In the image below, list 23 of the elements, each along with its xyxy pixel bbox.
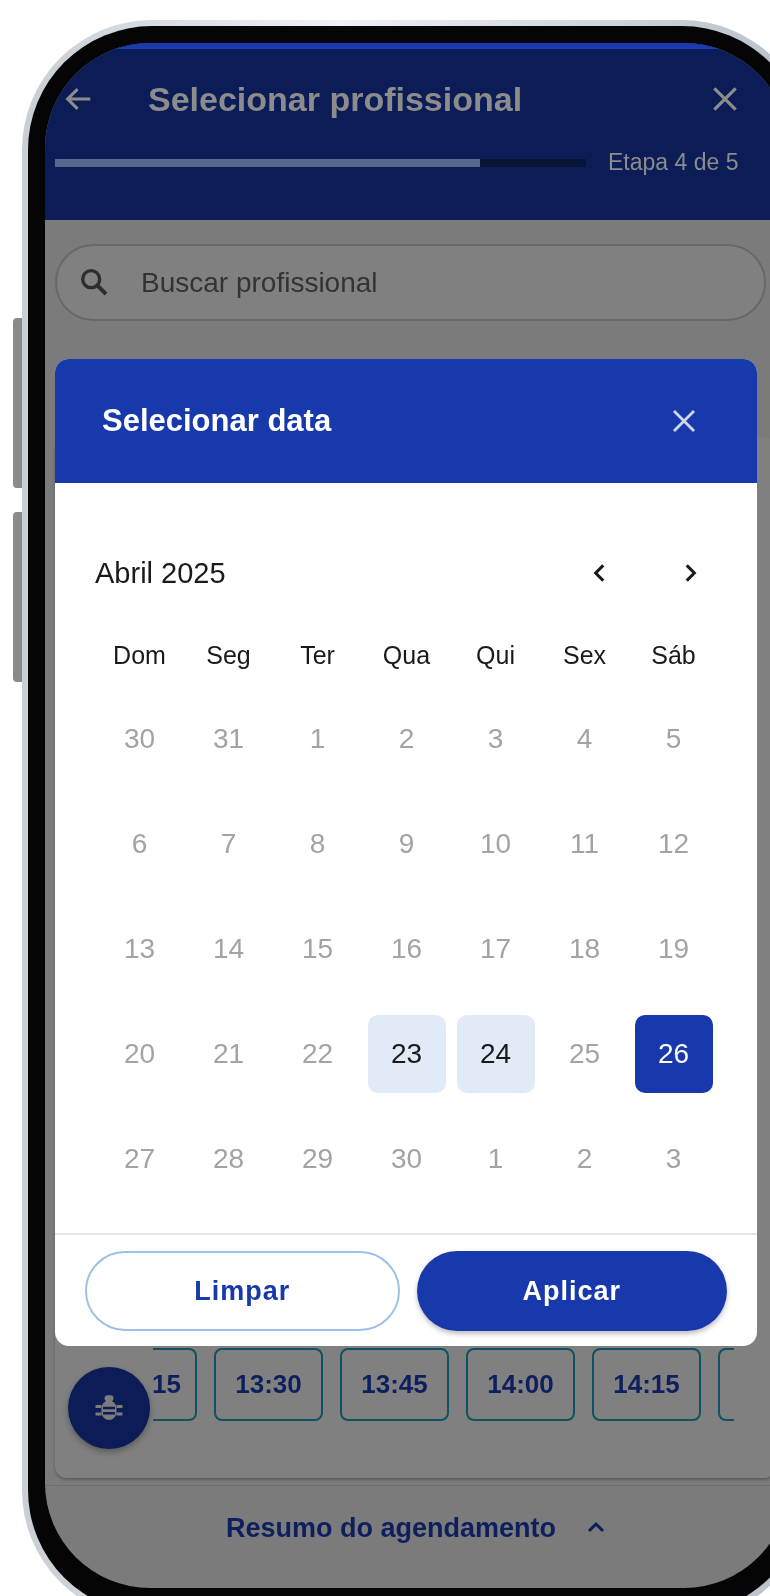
time-slot-chip[interactable]: 15: [153, 1348, 197, 1421]
apply-button[interactable]: Aplicar: [416, 1251, 727, 1331]
time-slot-chip[interactable]: 13:30: [214, 1348, 323, 1421]
time-slot-chip[interactable]: 14:00: [466, 1348, 575, 1421]
weekday-label: Qua: [382, 641, 431, 670]
weekday-label: Sáb: [651, 641, 696, 670]
clear-button[interactable]: Limpar: [85, 1251, 400, 1331]
time-slot-chip[interactable]: 14:15: [592, 1348, 701, 1421]
month-label: Abril 2025: [95, 556, 226, 590]
step-indicator: Etapa 4 de 5: [608, 149, 739, 176]
weekday-label: Seg: [206, 641, 251, 670]
search-field[interactable]: Buscar profissional: [55, 244, 766, 321]
calendar-day[interactable]: 26: [634, 1014, 713, 1093]
weekday-label: Ter: [300, 641, 335, 670]
summary-toggle[interactable]: Resumo do agendamento: [225, 1512, 556, 1544]
weekday-label: Sex: [562, 641, 607, 670]
screen-title: Selecionar profissional: [148, 79, 524, 119]
weekday-label: Dom: [113, 641, 166, 671]
calendar-day[interactable]: 24: [456, 1014, 535, 1093]
calendar-day[interactable]: 23: [367, 1014, 446, 1093]
dialog-title: Selecionar data: [102, 403, 332, 439]
time-slot-chip[interactable]: 13:45: [340, 1348, 449, 1421]
weekday-label: Qui: [476, 641, 515, 670]
